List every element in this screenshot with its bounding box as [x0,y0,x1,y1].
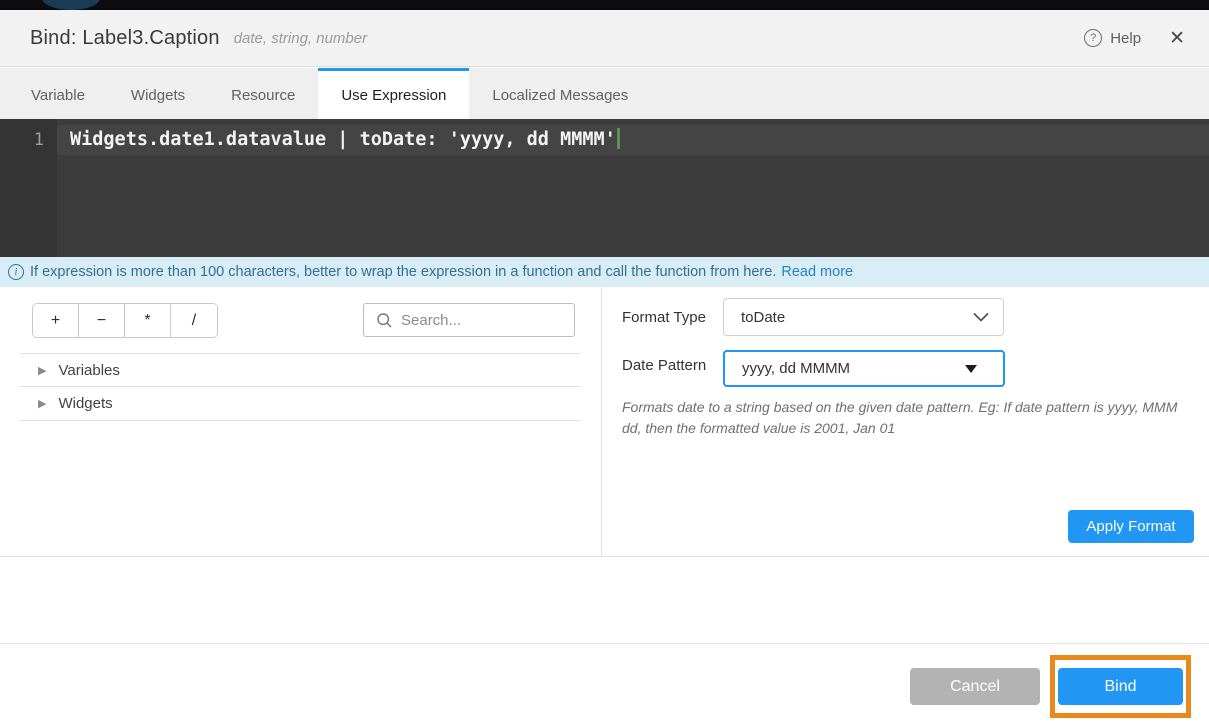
cancel-button[interactable]: Cancel [910,668,1040,705]
operator-plus-button[interactable]: + [33,304,79,337]
bind-dialog: Bind: Label3.Caption date, string, numbe… [0,0,1209,724]
dialog-body: + − * / ▶ Variables ▶ Widgets Format Typ… [0,287,1209,557]
chevron-down-icon [973,312,989,322]
operator-multiply-button[interactable]: * [125,304,171,337]
tab-resource[interactable]: Resource [208,68,318,119]
operator-minus-button[interactable]: − [79,304,125,337]
tree-node-label: Widgets [58,395,112,412]
info-icon: i [8,264,24,280]
text-cursor [617,128,620,149]
bind-source-tree: ▶ Variables ▶ Widgets [20,353,581,421]
format-type-select[interactable]: toDate [723,298,1004,336]
tab-variable[interactable]: Variable [8,68,108,119]
read-more-link[interactable]: Read more [781,264,853,280]
browser-top-strip [0,0,1209,10]
dialog-subtitle: date, string, number [234,30,367,47]
tree-node-widgets[interactable]: ▶ Widgets [20,387,581,421]
search-input[interactable] [401,312,551,329]
tree-node-variables[interactable]: ▶ Variables [20,353,581,387]
tab-bar: Variable Widgets Resource Use Expression… [0,68,1209,119]
bind-button[interactable]: Bind [1058,668,1183,705]
help-label: Help [1110,30,1141,47]
date-pattern-value: yyyy, dd MMMM [742,360,850,377]
tab-localized-messages[interactable]: Localized Messages [469,68,651,119]
expression-code-editor[interactable]: 1 Widgets.date1.datavalue | toDate: 'yyy… [0,119,1209,257]
search-box[interactable] [363,303,575,337]
tab-use-expression[interactable]: Use Expression [318,68,469,119]
date-pattern-select[interactable]: yyyy, dd MMMM [723,350,1005,387]
expression-text[interactable]: Widgets.date1.datavalue | toDate: 'yyyy,… [70,128,620,150]
tree-node-label: Variables [58,362,119,379]
format-type-label: Format Type [622,309,706,326]
operator-divide-button[interactable]: / [171,304,217,337]
chevron-right-icon: ▶ [38,364,46,377]
dropdown-arrow-icon [965,365,977,373]
search-icon [377,313,392,328]
info-message: If expression is more than 100 character… [30,264,776,280]
info-banner: i If expression is more than 100 charact… [0,257,1209,287]
footer-divider [0,643,1209,644]
help-icon: ? [1084,29,1102,47]
tab-widgets[interactable]: Widgets [108,68,208,119]
background-logo-fragment [42,0,100,10]
apply-format-button[interactable]: Apply Format [1068,510,1194,543]
format-type-value: toDate [741,309,785,326]
chevron-right-icon: ▶ [38,397,46,410]
format-description: Formats date to a string based on the gi… [622,397,1200,439]
date-pattern-label: Date Pattern [622,357,706,374]
dialog-title: Bind: Label3.Caption [30,27,220,50]
dialog-header: Bind: Label3.Caption date, string, numbe… [0,10,1209,67]
line-number: 1 [0,130,44,150]
help-button[interactable]: ? Help [1084,29,1141,47]
close-icon[interactable]: ✕ [1169,29,1185,48]
operator-button-group: + − * / [32,303,218,338]
panel-divider [601,287,602,556]
